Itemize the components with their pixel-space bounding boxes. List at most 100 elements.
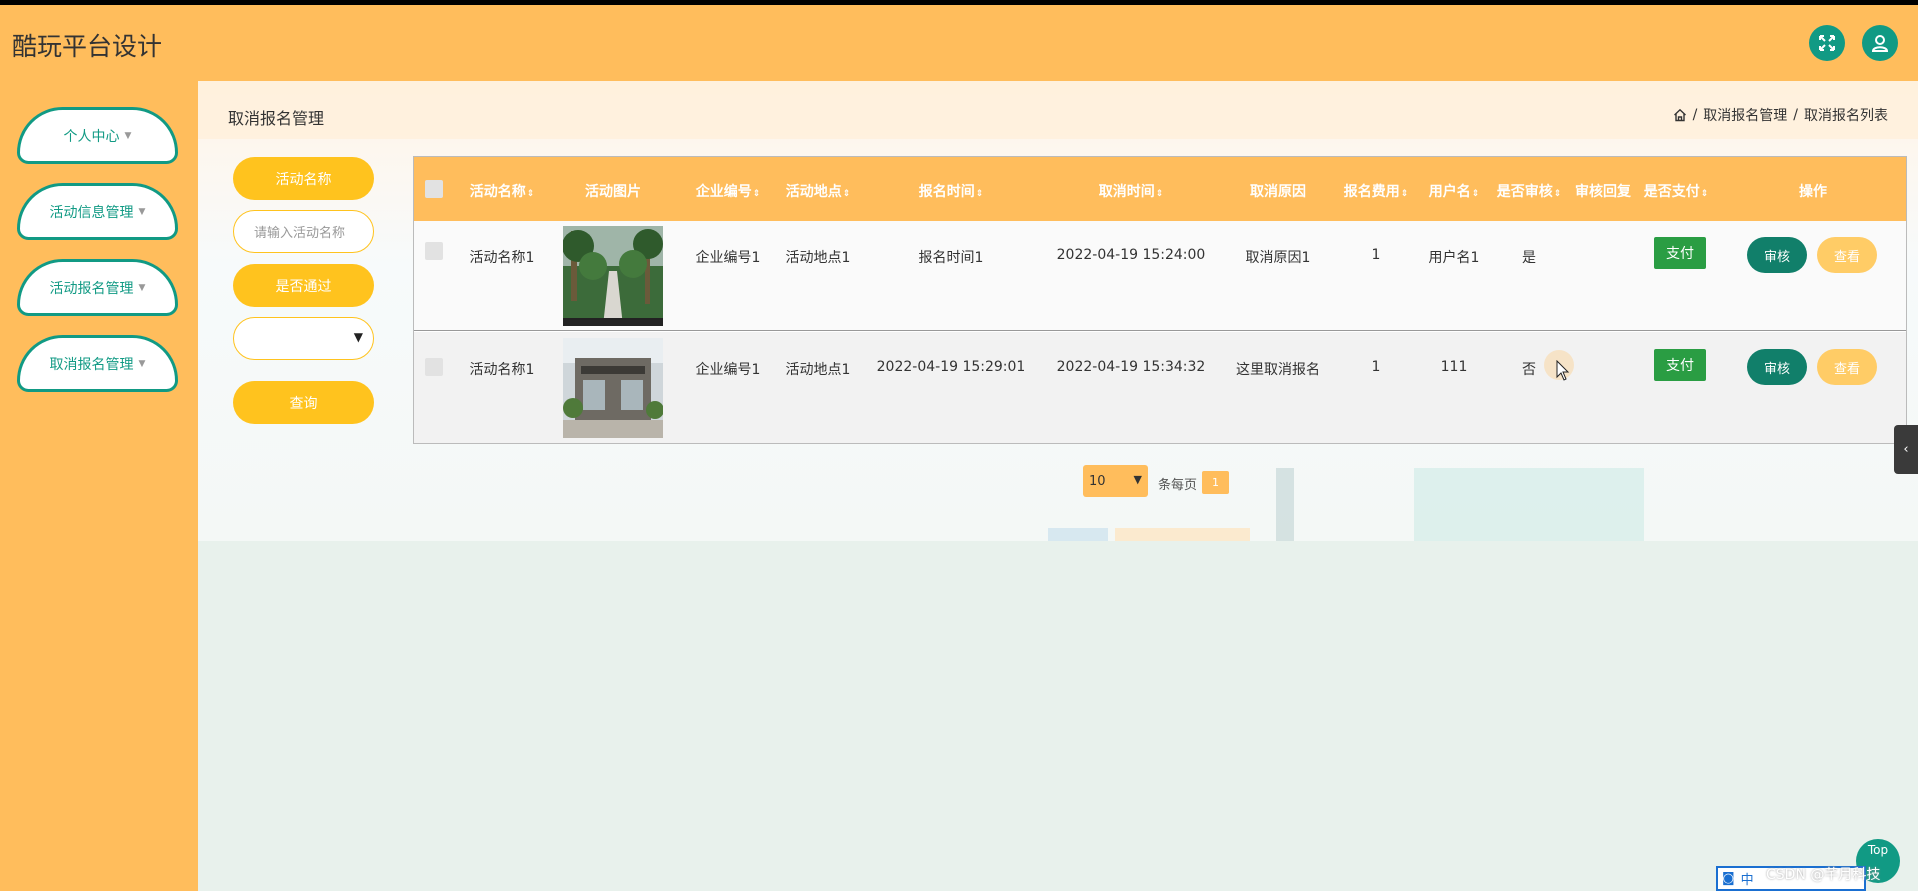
cell-activity-name: 活动名称1	[469, 250, 535, 266]
page-title: 取消报名管理	[228, 109, 325, 128]
cell-cancel-reason: 取消原因1	[1245, 250, 1311, 266]
user-button[interactable]	[1862, 25, 1898, 61]
row-checkbox[interactable]	[425, 242, 443, 260]
sort-icon: ⇕	[1471, 189, 1480, 199]
column-header-review-reply: 审核回复	[1575, 184, 1631, 200]
caret-down-icon: ▼	[138, 282, 146, 293]
cell-fee: 1	[1371, 247, 1381, 263]
cell-company-no: 企业编号1	[695, 250, 761, 266]
sidebar-item-cancel-signup[interactable]: 取消报名管理 ▼	[17, 335, 178, 392]
sidebar-item-label: 个人中心	[63, 128, 120, 145]
background-decoration	[1115, 528, 1250, 541]
column-header-cancel-reason: 取消原因	[1250, 184, 1306, 200]
column-header-activity-image: 活动图片	[585, 184, 641, 200]
chevron-down-icon: ▼	[353, 330, 363, 344]
background-decoration	[1048, 528, 1108, 541]
page-size-value: 10	[1089, 473, 1106, 489]
column-header-username[interactable]: 用户名⇕	[1429, 181, 1480, 201]
cell-cancel-reason: 这里取消报名	[1236, 362, 1320, 378]
activity-image	[563, 338, 663, 438]
sidebar-item-label: 活动信息管理	[49, 204, 134, 221]
cell-reviewed: 否	[1522, 362, 1536, 378]
table-row: 活动名称1 企业编号1 活动地点1 报名时间1 2022-04-19 15:24…	[414, 221, 1906, 331]
column-header-activity-name[interactable]: 活动名称⇕	[470, 181, 535, 201]
mouse-cursor-icon	[1556, 360, 1570, 381]
breadcrumb: / 取消报名管理 / 取消报名列表	[1673, 105, 1888, 125]
expand-arrows-icon	[1819, 35, 1835, 51]
cell-activity-name: 活动名称1	[469, 362, 535, 378]
sort-icon: ⇕	[1155, 189, 1164, 199]
table-row: 活动名称1 企业编号1 活动地点1 2022-04-19 15:29:01 20…	[414, 332, 1906, 443]
cell-reviewed: 是	[1522, 250, 1536, 266]
chevron-left-icon: ‹	[1903, 442, 1909, 457]
select-all-checkbox[interactable]	[425, 180, 443, 198]
sidebar-item-activity-signup[interactable]: 活动报名管理 ▼	[17, 259, 178, 316]
column-header-cancel-time[interactable]: 取消时间⇕	[1099, 181, 1164, 201]
sidebar-item-label: 活动报名管理	[49, 280, 134, 297]
cell-cancel-time: 2022-04-19 15:34:32	[1056, 359, 1206, 375]
sidebar-item-personal-center[interactable]: 个人中心 ▼	[17, 107, 178, 164]
cell-username: 用户名1	[1428, 250, 1480, 266]
view-button[interactable]: 查看	[1817, 237, 1877, 273]
data-table: 活动名称⇕ 活动图片 企业编号⇕ 活动地点⇕ 报名时间⇕ 取消时间⇕ 取消原因 …	[413, 156, 1907, 444]
column-header-reviewed[interactable]: 是否审核⇕	[1497, 181, 1562, 201]
activity-name-input[interactable]: 请输入活动名称	[233, 210, 374, 253]
sort-icon: ⇕	[975, 189, 984, 199]
column-header-fee[interactable]: 报名费用⇕	[1344, 181, 1409, 201]
home-icon[interactable]	[1673, 108, 1687, 122]
column-header-signup-time[interactable]: 报名时间⇕	[919, 181, 984, 201]
cell-signup-time: 2022-04-19 15:29:01	[876, 359, 1026, 375]
review-button[interactable]: 审核	[1747, 349, 1807, 385]
activity-image	[563, 226, 663, 326]
row-checkbox[interactable]	[425, 358, 443, 376]
pay-button[interactable]: 支付	[1654, 349, 1706, 381]
passed-label: 是否通过	[233, 264, 374, 307]
passed-select[interactable]: ▼	[233, 317, 374, 360]
caret-down-icon: ▼	[138, 358, 146, 369]
review-button[interactable]: 审核	[1747, 237, 1807, 273]
sidebar-item-activity-info[interactable]: 活动信息管理 ▼	[17, 183, 178, 240]
sidebar: 个人中心 ▼ 活动信息管理 ▼ 活动报名管理 ▼ 取消报名管理 ▼	[0, 81, 198, 891]
page-size-select[interactable]: 10 ▼	[1083, 465, 1148, 497]
cell-location: 活动地点1	[785, 362, 851, 378]
page-number-button[interactable]: 1	[1202, 471, 1229, 494]
activity-name-label: 活动名称	[233, 157, 374, 200]
ime-mode-label: 中	[1740, 873, 1754, 888]
caret-down-icon: ▼	[124, 130, 132, 141]
fullscreen-button[interactable]	[1809, 25, 1845, 61]
column-header-actions: 操作	[1799, 184, 1827, 200]
column-header-company-no[interactable]: 企业编号⇕	[696, 181, 761, 201]
top-header: 酷玩平台设计	[0, 5, 1918, 81]
breadcrumb-separator: /	[1692, 107, 1698, 123]
column-header-location[interactable]: 活动地点⇕	[786, 181, 851, 201]
sort-icon: ⇕	[1553, 189, 1562, 199]
sort-icon: ⇕	[842, 189, 851, 199]
user-icon	[1871, 35, 1889, 52]
sidebar-item-label: 取消报名管理	[49, 356, 134, 373]
sort-icon: ⇕	[1400, 189, 1409, 199]
watermark: CSDN @芊月科技	[1766, 867, 1881, 883]
app-title: 酷玩平台设计	[12, 32, 163, 61]
view-button[interactable]: 查看	[1817, 349, 1877, 385]
query-button[interactable]: 查询	[233, 381, 374, 424]
side-collapse-tab[interactable]: ‹	[1894, 425, 1918, 474]
cell-company-no: 企业编号1	[695, 362, 761, 378]
sort-icon: ⇕	[752, 189, 761, 199]
cell-cancel-time: 2022-04-19 15:24:00	[1056, 247, 1206, 263]
page-header: 取消报名管理 / 取消报名管理 / 取消报名列表	[198, 81, 1918, 139]
sort-icon: ⇕	[526, 189, 535, 199]
chevron-down-icon: ▼	[1133, 473, 1142, 486]
pay-button[interactable]: 支付	[1654, 237, 1706, 269]
cell-location: 活动地点1	[785, 250, 851, 266]
ime-logo-icon: ◙	[1722, 871, 1735, 886]
breadcrumb-separator: /	[1793, 107, 1798, 123]
per-page-label: 条每页	[1158, 478, 1198, 493]
table-header: 活动名称⇕ 活动图片 企业编号⇕ 活动地点⇕ 报名时间⇕ 取消时间⇕ 取消原因 …	[414, 157, 1906, 221]
background-decoration	[1414, 468, 1644, 541]
breadcrumb-item: 取消报名列表	[1804, 108, 1888, 124]
cell-signup-time: 报名时间1	[918, 250, 984, 266]
cell-fee: 1	[1371, 359, 1381, 375]
column-header-paid[interactable]: 是否支付⇕	[1644, 181, 1709, 201]
breadcrumb-item[interactable]: 取消报名管理	[1703, 105, 1787, 125]
background-decoration	[1276, 468, 1294, 541]
